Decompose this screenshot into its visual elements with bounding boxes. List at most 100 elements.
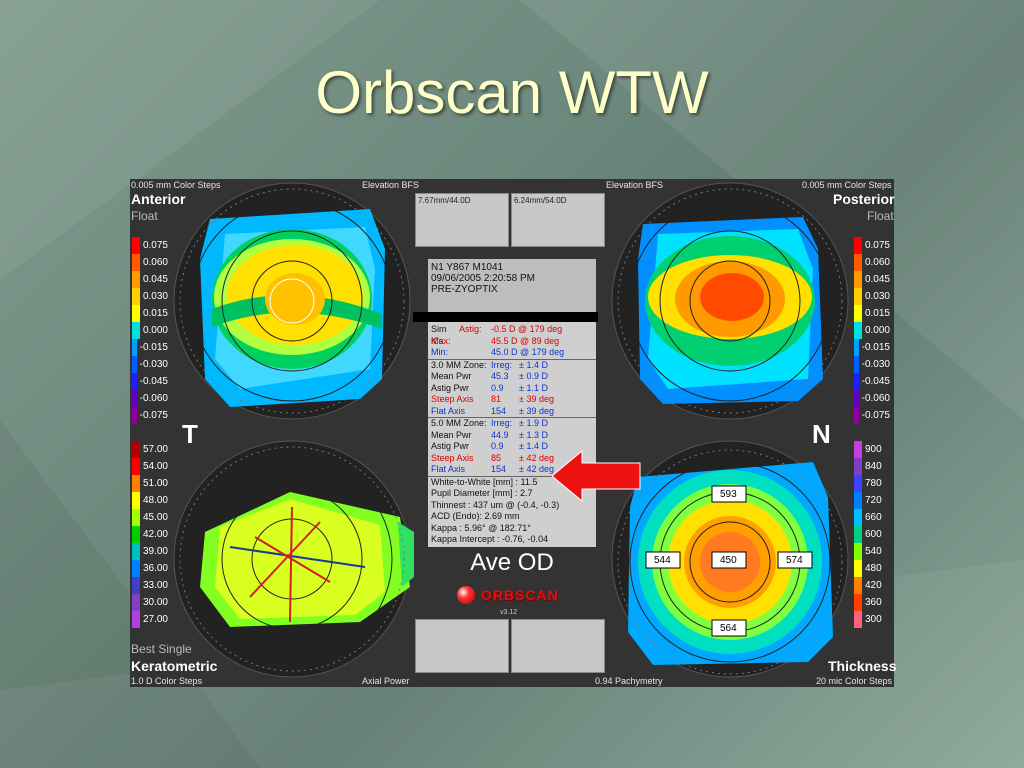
anterior-scale-row: 0.045: [132, 271, 168, 288]
kerato-scale-value: 39.00: [142, 546, 168, 557]
zone3-cell: Flat Axis: [431, 405, 466, 416]
zone3-cell: ± 0.9 D: [519, 371, 548, 381]
posterior-scale-swatch: [854, 322, 862, 339]
zone5-cell: Mean Pwr: [431, 429, 472, 440]
posterior-scale-swatch: [854, 288, 862, 305]
zone3-cell: ± 1.1 D: [519, 382, 548, 393]
thickness-scale-row: 480: [854, 560, 890, 577]
posterior-map-type: Elevation BFS: [606, 180, 664, 190]
kerato-steps: 1.0 D Color Steps: [131, 676, 203, 686]
posterior-scale-value: -0.030: [861, 359, 890, 370]
zone3-cell: Steep Axis: [431, 394, 474, 404]
posterior-elevation-map: [611, 182, 849, 420]
kerato-scale-swatch: [132, 441, 140, 458]
version: v3.12: [500, 609, 518, 616]
kerato-scale-row: 48.00: [132, 492, 168, 509]
posterior-scale-row: -0.045: [854, 373, 890, 390]
kerato-scale-swatch: [132, 509, 140, 526]
anterior-color-scale: 0.075 0.060 0.045 0.030 0.015 0.000 -0.015 -0.0…: [132, 237, 168, 424]
thickness-scale-value: 300: [865, 614, 882, 625]
zone5-cell: 154: [491, 464, 507, 474]
zone3-row: Flat Axis 154 ± 39 deg: [428, 406, 596, 418]
kerato-scale-row: 30.00: [132, 594, 168, 611]
pachy-left-value: 544: [654, 555, 671, 566]
zone5-row: Mean Pwr 44.9 ± 1.3 D: [428, 430, 596, 442]
kerato-map-type: Axial Power: [362, 676, 410, 686]
anterior-steps: 0.005 mm Color Steps: [131, 180, 221, 190]
pachy-right-value: 574: [786, 555, 803, 566]
anterior-scale-value: -0.030: [139, 359, 168, 370]
anterior-scale-value: 0.030: [142, 291, 168, 302]
simk-max-label: Max:: [431, 335, 451, 346]
posterior-scale-swatch: [854, 237, 862, 254]
kerato-scale-swatch: [132, 492, 140, 509]
thickness-scale-swatch: [854, 577, 862, 594]
kerato-scale-row: 27.00: [132, 611, 168, 628]
anterior-scale-swatch: [132, 237, 140, 254]
kerato-scale-row: 51.00: [132, 475, 168, 492]
kerato-scale-swatch: [132, 526, 140, 543]
thickness-title: Thickness: [828, 658, 897, 674]
thickness-scale-value: 360: [865, 597, 882, 608]
kerato-scale-swatch: [132, 458, 140, 475]
radius-box-1: 7.67mm/44.0D: [415, 193, 509, 247]
anterior-title: Anterior: [131, 191, 186, 207]
simk-astig-value: -0.5 D @ 179 deg: [491, 324, 563, 334]
header-line-2: 09/06/2005 2:20:58 PM: [431, 273, 535, 284]
kerato-scale-value: 51.00: [142, 478, 168, 489]
posterior-scale-value: 0.015: [864, 308, 890, 319]
anterior-scale-value: 0.075: [142, 240, 168, 251]
zone3-row: Steep Axis 81 ± 39 deg: [428, 394, 596, 406]
posterior-scale-value: -0.060: [861, 393, 890, 404]
thickness-scale-row: 660: [854, 509, 890, 526]
summary-line: ACD (Endo): 2.69 mm: [431, 511, 520, 521]
slide-title: Orbscan WTW: [315, 59, 709, 126]
zone5-cell: ± 1.9 D: [519, 418, 548, 428]
zone3-row: Mean Pwr 45.3 ± 0.9 D: [428, 371, 596, 383]
posterior-scale-value: -0.015: [861, 342, 890, 353]
posterior-scale-row: 0.075: [854, 237, 890, 254]
thickness-scale-row: 840: [854, 458, 890, 475]
posterior-scale-row: -0.060: [854, 390, 890, 407]
blank-box-1: [415, 619, 509, 673]
zone3-row: 3.0 MM Zone: Irreg: ± 1.4 D: [428, 360, 596, 372]
summary-line: Kappa Intercept : -0.76, -0.04: [431, 534, 549, 544]
anterior-scale-value: 0.015: [142, 308, 168, 319]
thickness-scale-swatch: [854, 475, 862, 492]
posterior-scale-row: 0.045: [854, 271, 890, 288]
anterior-elevation-map: [173, 182, 411, 420]
posterior-scale-row: 0.015: [854, 305, 890, 322]
anterior-scale-row: -0.015: [132, 339, 168, 356]
posterior-scale-row: 0.000: [854, 322, 890, 339]
orbscan-panel: 450 593 544 574 564 0.005 mm Color Steps…: [130, 179, 897, 687]
kerato-scale-value: 33.00: [142, 580, 168, 591]
zone3-cell: Astig Pwr: [431, 382, 470, 393]
thickness-scale-swatch: [854, 611, 862, 628]
kerato-scale-row: 33.00: [132, 577, 168, 594]
zone5-row: 5.0 MM Zone: Irreg: ± 1.9 D: [428, 418, 596, 430]
anterior-sub: Float: [131, 209, 158, 223]
thickness-map-type: 0.94 Pachymetry: [595, 676, 663, 686]
pachy-center-value: 450: [720, 555, 737, 566]
thickness-scale-value: 780: [865, 478, 882, 489]
zone5-cell: 85: [491, 452, 502, 463]
anterior-scale-row: 0.075: [132, 237, 168, 254]
posterior-scale-value: 0.030: [864, 291, 890, 302]
thickness-scale-swatch: [854, 526, 862, 543]
posterior-scale-value: 0.060: [864, 257, 890, 268]
posterior-scale-swatch: [854, 271, 862, 288]
zone5-cell: Steep Axis: [431, 452, 474, 463]
anterior-scale-row: -0.060: [132, 390, 168, 407]
zone5-cell: Flat Axis: [431, 464, 466, 474]
thickness-scale-swatch: [854, 492, 862, 509]
thickness-scale-row: 360: [854, 594, 890, 611]
zone5-cell: Irreg:: [491, 418, 513, 428]
anterior-map-type: Elevation BFS: [362, 180, 420, 190]
blank-box-2: [511, 619, 605, 673]
anterior-scale-row: 0.015: [132, 305, 168, 322]
posterior-scale-row: 0.060: [854, 254, 890, 271]
posterior-steps: 0.005 mm Color Steps: [802, 180, 892, 190]
thickness-scale-value: 900: [865, 444, 882, 455]
posterior-sub: Float: [867, 209, 894, 223]
posterior-scale-row: -0.075: [854, 407, 890, 424]
